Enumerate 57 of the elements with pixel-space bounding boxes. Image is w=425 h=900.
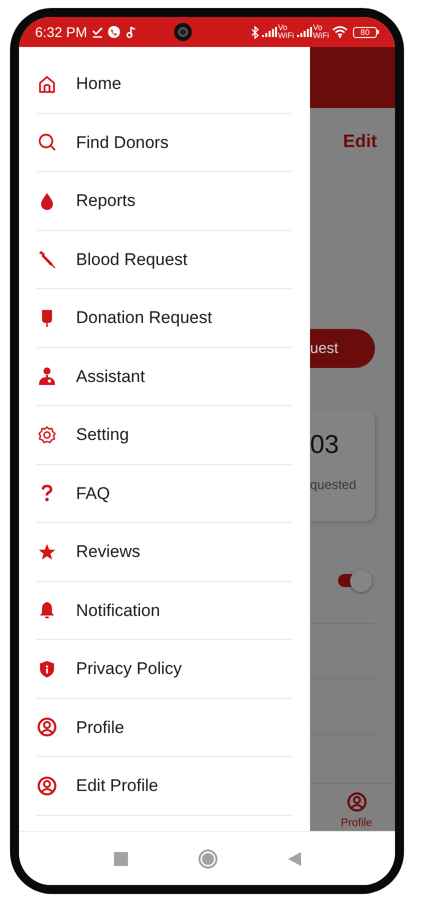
menu-item[interactable]: Blood Request xyxy=(37,230,292,289)
menu-item-label: Privacy Policy xyxy=(76,658,182,680)
vowifi-label: WiFi xyxy=(313,32,329,40)
menu-item-label: Blood Request xyxy=(76,248,188,270)
shield-icon xyxy=(37,658,57,679)
home-icon xyxy=(37,74,57,94)
menu-item[interactable]: Reviews xyxy=(37,523,292,582)
menu-item[interactable]: Notification xyxy=(37,582,292,640)
stat-label: quested xyxy=(310,476,358,494)
menu-item[interactable]: Profile xyxy=(37,698,292,757)
home-button-icon[interactable] xyxy=(198,848,218,868)
music-note-icon xyxy=(126,26,136,38)
search-icon xyxy=(37,132,57,152)
recent-apps-icon[interactable] xyxy=(114,852,128,866)
vowifi-label: Vo xyxy=(278,24,288,32)
menu-item-label: Notification xyxy=(76,600,160,622)
user-icon xyxy=(37,717,57,738)
back-icon[interactable] xyxy=(288,852,300,866)
status-time: 6:32 PM xyxy=(35,22,88,42)
menu-item-label: Reviews xyxy=(76,541,140,563)
stat-value: 03 xyxy=(310,430,340,457)
phone-call-icon xyxy=(108,26,120,38)
menu-item-label: Find Donors xyxy=(76,132,169,154)
settings-icon xyxy=(37,424,57,445)
menu-item-label: Home xyxy=(76,73,122,95)
menu-item-label: Edit Profile xyxy=(76,775,158,797)
menu-item-label: Reports xyxy=(76,190,136,212)
menu-item[interactable]: Reports xyxy=(37,172,292,230)
vowifi-label: Vo xyxy=(313,24,324,32)
download-done-icon xyxy=(92,26,104,38)
menu-item[interactable]: Assistant xyxy=(37,348,292,406)
request-button[interactable]: uest xyxy=(310,329,375,368)
bluetooth-icon xyxy=(251,26,259,38)
star-icon xyxy=(37,542,57,562)
menu-item-label: Setting xyxy=(76,424,129,446)
menu-item[interactable]: Find Donors xyxy=(37,114,292,172)
front-camera xyxy=(174,23,192,41)
menu-item[interactable]: FAQ xyxy=(37,464,292,523)
menu-item[interactable]: Setting xyxy=(37,406,292,464)
vowifi-label: WiFi xyxy=(278,32,294,40)
doctor-icon xyxy=(37,366,57,386)
dropper-icon xyxy=(37,249,57,270)
menu-item-label: Assistant xyxy=(76,366,145,388)
menu-item[interactable]: Home xyxy=(37,55,292,114)
menu-item-label: FAQ xyxy=(76,482,110,504)
menu-item[interactable]: Donation Request xyxy=(37,289,292,348)
menu-item-label: Donation Request xyxy=(76,307,212,329)
menu-item[interactable]: Edit Profile xyxy=(37,757,292,816)
bell-icon xyxy=(37,600,57,620)
menu-item-label: Profile xyxy=(76,716,124,738)
signal-icon xyxy=(297,27,312,37)
menu-item[interactable]: Privacy Policy xyxy=(37,640,292,698)
user-icon xyxy=(37,776,57,796)
signal-icon xyxy=(262,27,277,37)
profile-icon[interactable] xyxy=(346,792,366,812)
battery-icon: 80 xyxy=(353,26,379,38)
wifi-icon xyxy=(332,26,348,38)
